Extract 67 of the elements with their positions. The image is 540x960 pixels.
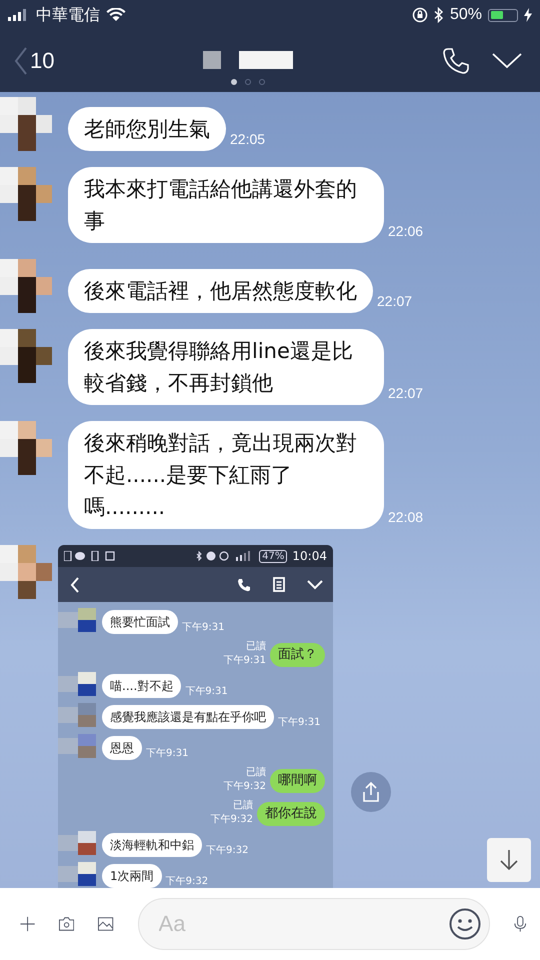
- pixelated-avatar: [58, 672, 98, 696]
- redacted-name: [239, 51, 294, 69]
- pixelated-avatar: [58, 862, 98, 886]
- notes-icon: [273, 577, 285, 592]
- message-bubble: 老師您別生氣: [68, 107, 226, 151]
- read-receipt: 已讀: [246, 766, 266, 779]
- message-time: 下午9:32: [224, 780, 266, 793]
- chevron-down-icon: [307, 580, 323, 590]
- message-bubble: 感覺我應該還是有點在乎你吧: [102, 705, 274, 729]
- read-receipt: 已讀: [246, 640, 266, 653]
- back-button[interactable]: 10: [14, 46, 54, 76]
- share-icon[interactable]: [360, 781, 382, 803]
- carrier-name: 中華電信: [36, 4, 100, 26]
- pixelated-avatar: [58, 608, 98, 632]
- message-bubble: 哪間啊: [270, 769, 325, 793]
- message-bubble: 後來稍晚對話，竟出現兩次對不起......是要下紅雨了嗎.........: [68, 421, 384, 529]
- message-bubble: 淡海輕軌和中鋁: [102, 833, 202, 857]
- message-time: 下午9:32: [210, 813, 253, 826]
- battery-percent: 47%: [259, 550, 288, 562]
- message-time: 下午9:31: [182, 621, 224, 634]
- scroll-down-button[interactable]: [487, 838, 531, 882]
- pixelated-avatar: [0, 97, 52, 151]
- pixelated-avatar: [0, 259, 52, 313]
- message-bubble: 都你在說: [257, 802, 325, 826]
- message-bubble: 後來電話裡，他居然態度軟化: [68, 269, 373, 313]
- pixelated-avatar: [0, 329, 52, 383]
- message-bubble: 後來我覺得聯絡用line還是比較省錢，不再封鎖他: [68, 329, 384, 405]
- battery-percent: 50%: [450, 6, 482, 24]
- message-time: 22:05: [230, 131, 266, 147]
- message-time: 22:07: [377, 293, 412, 309]
- charging-icon: [524, 8, 532, 22]
- message-time: 下午9:32: [206, 844, 248, 857]
- pixelated-avatar: [58, 703, 98, 727]
- message-time: 下午9:31: [146, 747, 188, 760]
- message-time: 下午9:31: [185, 685, 228, 698]
- message-time: 22:07: [388, 385, 424, 401]
- message-bubble: 面試？: [270, 643, 325, 667]
- clock-time: 10:04: [292, 549, 327, 563]
- message-bubble: 我本來打電話給他講還外套的事: [68, 167, 384, 243]
- screenshot-image[interactable]: 47% 10:04 熊要忙面試 下午9:31 已讀 下午9:31 面試？ 喵....對不起 下午9:31 感覺我應該還是有點在乎你吧 下午9:31 恩恩 下午9:31 已讀 下午9:32 哪間啊 已讀 下午9:32 都你在說 淡海輕軌和中鋁 下午9:32 1次兩間 下午9:32: [58, 545, 333, 888]
- rotation-lock-icon: [412, 7, 428, 23]
- battery-icon: [488, 8, 518, 22]
- message-bubble: 熊要忙面試: [102, 610, 178, 634]
- message-bubble: 喵....對不起: [102, 674, 182, 698]
- back-icon: [70, 576, 80, 592]
- share-button[interactable]: [351, 772, 391, 812]
- pixelated-avatar: [0, 167, 52, 221]
- arrow-down-icon[interactable]: [499, 849, 519, 871]
- pixelated-avatar: [0, 421, 52, 475]
- pixelated-avatar: [0, 545, 52, 599]
- wifi-icon: [106, 8, 126, 22]
- redacted-block: [203, 51, 222, 69]
- message-time: 下午9:32: [166, 875, 208, 888]
- message-time: 22:08: [388, 509, 424, 525]
- emoji-icon[interactable]: [448, 908, 481, 940]
- read-receipt: 已讀: [233, 798, 253, 812]
- message-bubble: 恩恩: [102, 736, 142, 760]
- phone-icon: [237, 578, 251, 592]
- message-time: 下午9:31: [224, 654, 266, 667]
- bluetooth-icon: [434, 7, 444, 23]
- message-time: 下午9:31: [278, 716, 320, 729]
- phone-icon[interactable]: [442, 47, 470, 75]
- message-time: 22:06: [388, 223, 424, 239]
- chevron-down-icon[interactable]: [492, 53, 522, 69]
- pixelated-avatar: [58, 831, 98, 855]
- message-bubble: 1次兩間: [102, 864, 162, 888]
- pixelated-avatar: [58, 734, 98, 758]
